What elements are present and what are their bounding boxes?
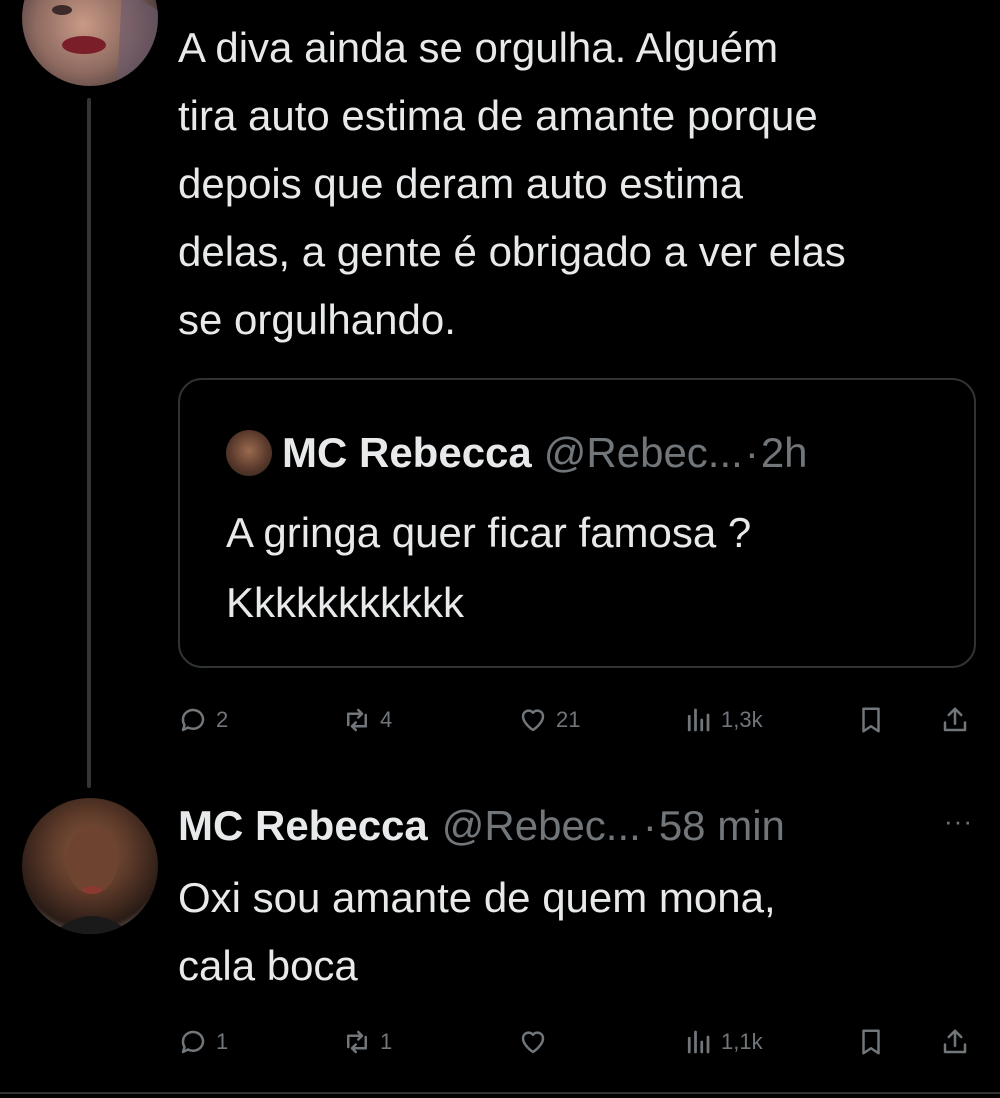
tweet-text: A diva ainda se orgulha. Alguém tira aut…	[178, 24, 846, 343]
reply-icon	[181, 1030, 205, 1054]
tweet-text: Oxi sou amante de quem mona, cala boca	[178, 874, 776, 989]
user-handle[interactable]: @Rebec...	[442, 802, 641, 850]
retweet-icon	[347, 708, 367, 732]
reply-count: 2	[216, 707, 229, 732]
quoted-timestamp[interactable]: 2h	[761, 429, 808, 477]
like-button[interactable]: 21	[518, 700, 580, 740]
divider	[0, 1092, 1000, 1094]
like-count: 21	[556, 707, 581, 732]
timestamp[interactable]: 58 min	[659, 802, 785, 850]
avatar[interactable]	[22, 798, 158, 934]
quoted-tweet-text: A gringa quer ficar famosa ? Kkkkkkkkkkk	[226, 509, 752, 626]
tweet-actions: 1 1 1,1k	[178, 1022, 978, 1062]
quoted-tweet[interactable]: MC Rebecca @Rebec... · 2h A gringa quer …	[178, 378, 976, 668]
share-button[interactable]	[940, 1022, 970, 1062]
quoted-avatar[interactable]	[226, 430, 272, 476]
bookmark-icon	[862, 1029, 880, 1055]
avatar-photo	[52, 0, 158, 86]
views-icon	[687, 1030, 710, 1054]
more-options-icon[interactable]: ···	[944, 806, 973, 837]
user-name[interactable]: MC Rebecca	[178, 802, 428, 850]
views-count: 1,3k	[721, 707, 763, 732]
retweet-button[interactable]: 1	[342, 1022, 392, 1062]
heart-icon	[521, 1031, 545, 1054]
retweet-button[interactable]: 4	[342, 700, 392, 740]
reply-count: 1	[216, 1029, 229, 1054]
share-icon	[943, 707, 967, 732]
avatar[interactable]	[22, 0, 158, 86]
separator-dot: ·	[744, 429, 759, 476]
retweet-count: 1	[380, 1029, 393, 1054]
views-count: 1,1k	[721, 1029, 763, 1054]
bookmark-icon	[862, 707, 880, 733]
separator-dot: ·	[642, 802, 657, 849]
views-button[interactable]: 1,3k	[683, 700, 763, 740]
quoted-tweet-header: MC Rebecca @Rebec... · 2h	[226, 428, 808, 478]
retweet-count: 4	[380, 707, 393, 732]
heart-icon	[521, 709, 545, 732]
like-button[interactable]	[518, 1022, 556, 1062]
share-icon	[943, 1029, 967, 1054]
share-button[interactable]	[940, 700, 970, 740]
retweet-icon	[347, 1030, 367, 1054]
views-icon	[687, 708, 710, 732]
thread-line	[87, 98, 91, 788]
quoted-user-name[interactable]: MC Rebecca	[282, 429, 532, 477]
reply-icon	[181, 708, 205, 732]
tweet-actions: 2 4 21 1,3k	[178, 700, 978, 740]
bookmark-button[interactable]	[856, 1022, 886, 1062]
tweet-header: MC Rebecca @Rebec... · 58 min	[178, 796, 785, 856]
reply-button[interactable]: 1	[178, 1022, 228, 1062]
avatar-photo	[52, 826, 132, 934]
bookmark-button[interactable]	[856, 700, 886, 740]
views-button[interactable]: 1,1k	[683, 1022, 763, 1062]
reply-button[interactable]: 2	[178, 700, 228, 740]
quoted-user-handle[interactable]: @Rebec...	[544, 429, 743, 477]
